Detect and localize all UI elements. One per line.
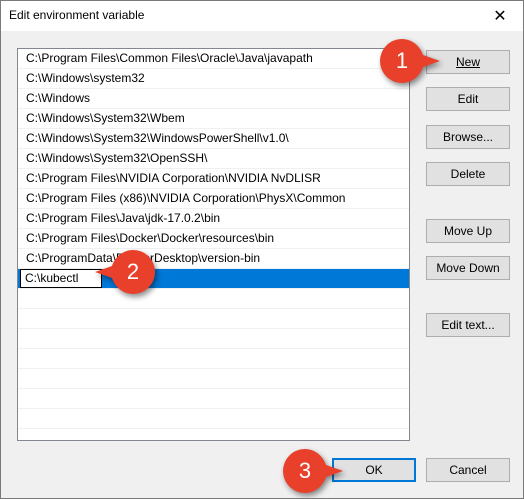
list-item[interactable]: C:\Windows\System32\WindowsPowerShell\v1… [18, 129, 409, 149]
dialog-title: Edit environment variable [9, 8, 145, 22]
list-item-empty[interactable] [18, 329, 409, 349]
callout-3: 3 [283, 449, 343, 493]
browse-button[interactable]: Browse... [426, 125, 510, 149]
delete-button-label: Delete [450, 167, 486, 181]
cancel-button[interactable]: Cancel [426, 458, 510, 482]
ok-button[interactable]: OK [332, 458, 416, 482]
callout-2-number: 2 [126, 259, 140, 284]
list-item[interactable]: C:\Windows\System32\OpenSSH\ [18, 149, 409, 169]
list-item[interactable]: C:\Program Files\Java\jdk-17.0.2\bin [18, 209, 409, 229]
edit-text-button-label: Edit text... [441, 318, 495, 332]
list-item[interactable]: C:\Program Files\Common Files\Oracle\Jav… [18, 49, 409, 69]
list-item-empty[interactable] [18, 389, 409, 409]
list-item[interactable]: C:\Program Files (x86)\NVIDIA Corporatio… [18, 189, 409, 209]
path-list[interactable]: C:\Program Files\Common Files\Oracle\Jav… [17, 48, 410, 441]
browse-button-label: Browse... [442, 130, 493, 144]
list-item[interactable]: C:\Windows\System32\Wbem [18, 109, 409, 129]
title-bar: Edit environment variable ✕ [1, 1, 523, 31]
move-up-button[interactable]: Move Up [426, 219, 510, 243]
list-item-empty[interactable] [18, 409, 409, 429]
edit-text-button[interactable]: Edit text... [426, 313, 510, 337]
list-item[interactable]: C:\Windows\system32 [18, 69, 409, 89]
edit-button-label: Edit [457, 92, 479, 106]
callout-3-number: 3 [298, 458, 312, 483]
edit-button[interactable]: Edit [426, 87, 510, 111]
list-item-empty[interactable] [18, 369, 409, 389]
new-button-label: New [455, 55, 480, 69]
list-item[interactable]: C:\Program Files\Docker\Docker\resources… [18, 229, 409, 249]
list-item[interactable]: C:\ProgramData\DockerDesktop\version-bin [18, 249, 409, 269]
delete-button[interactable]: Delete [426, 162, 510, 186]
list-item-empty[interactable] [18, 429, 409, 440]
callout-2: 2 [95, 250, 155, 294]
callout-1-number: 1 [395, 48, 409, 73]
move-down-button-label: Move Down [436, 261, 500, 275]
list-item-empty[interactable] [18, 309, 409, 329]
callout-1: 1 [380, 39, 440, 83]
list-item[interactable]: C:\Program Files\NVIDIA Corporation\NVID… [18, 169, 409, 189]
move-down-button[interactable]: Move Down [426, 256, 510, 280]
path-edit-field[interactable]: C:\kubectl [20, 269, 102, 288]
list-item-selected[interactable]: C:\kubectl [18, 269, 409, 289]
new-button[interactable]: New [426, 50, 510, 74]
list-item-empty[interactable] [18, 289, 409, 309]
move-up-button-label: Move Up [443, 224, 493, 238]
close-button[interactable]: ✕ [477, 1, 523, 31]
list-item-empty[interactable] [18, 349, 409, 369]
edit-environment-variable-dialog: Edit environment variable ✕ C:\Program F… [0, 0, 524, 499]
list-item[interactable]: C:\Windows [18, 89, 409, 109]
close-icon: ✕ [493, 8, 507, 25]
ok-button-label: OK [365, 463, 383, 477]
cancel-button-label: Cancel [449, 463, 487, 477]
